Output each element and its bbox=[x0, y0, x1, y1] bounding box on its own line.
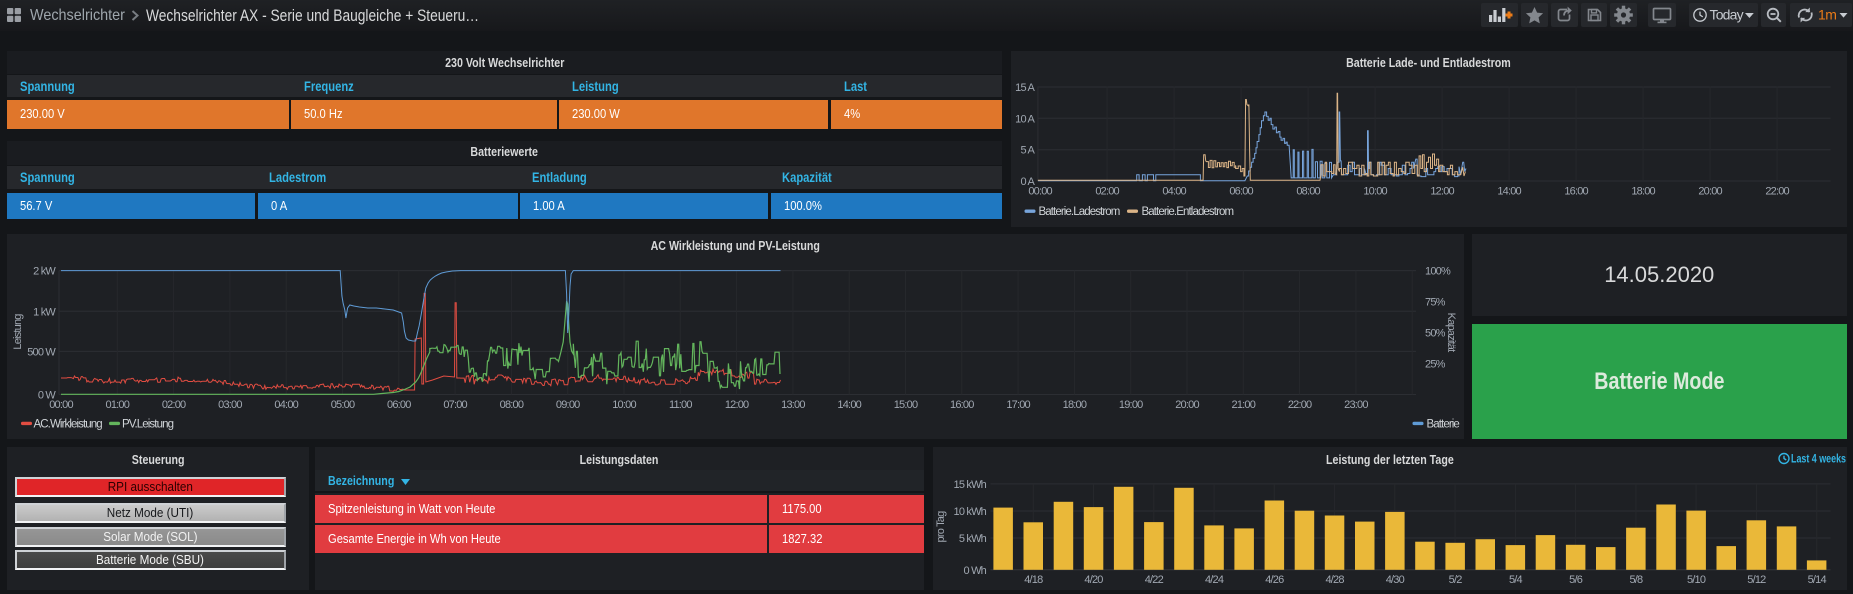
svg-text:22:00: 22:00 bbox=[1288, 399, 1312, 411]
svg-text:5/12: 5/12 bbox=[1747, 574, 1766, 586]
svg-text:Today: Today bbox=[1709, 7, 1743, 23]
svg-text:pro Tag: pro Tag bbox=[935, 510, 947, 542]
svg-text:75%: 75% bbox=[1425, 297, 1446, 309]
svg-text:PV.Leistung: PV.Leistung bbox=[122, 419, 174, 431]
svg-text:17:00: 17:00 bbox=[1006, 399, 1030, 411]
svg-text:22:00: 22:00 bbox=[1765, 186, 1789, 198]
svg-text:10 kWh: 10 kWh bbox=[953, 506, 986, 518]
svg-text:AC.Wirkleistung: AC.Wirkleistung bbox=[34, 419, 103, 431]
svg-text:Leistung: Leistung bbox=[12, 314, 24, 350]
svg-text:13:00: 13:00 bbox=[781, 399, 805, 411]
svg-text:Batterie.Ladestrom: Batterie.Ladestrom bbox=[1038, 206, 1119, 218]
svg-text:10:00: 10:00 bbox=[1363, 186, 1387, 198]
svg-text:10 A: 10 A bbox=[1015, 113, 1035, 125]
svg-text:5/14: 5/14 bbox=[1807, 574, 1826, 586]
svg-text:1 kW: 1 kW bbox=[33, 306, 56, 318]
svg-text:11:00: 11:00 bbox=[669, 399, 692, 411]
svg-text:5/2: 5/2 bbox=[1448, 574, 1462, 586]
svg-text:18:00: 18:00 bbox=[1631, 186, 1655, 198]
svg-text:06:00: 06:00 bbox=[387, 399, 411, 411]
svg-text:2 kW: 2 kW bbox=[33, 266, 56, 278]
svg-text:07:00: 07:00 bbox=[443, 399, 467, 411]
svg-text:04:00: 04:00 bbox=[274, 399, 298, 411]
svg-text:50%: 50% bbox=[1425, 328, 1446, 340]
svg-text:5/4: 5/4 bbox=[1508, 574, 1522, 586]
svg-text:Batterie: Batterie bbox=[1427, 419, 1460, 431]
svg-text:1m: 1m bbox=[1818, 7, 1836, 23]
svg-text:100%: 100% bbox=[1425, 266, 1451, 278]
svg-text:15 kWh: 15 kWh bbox=[953, 478, 986, 490]
svg-text:5/8: 5/8 bbox=[1629, 574, 1643, 586]
svg-text:10:00: 10:00 bbox=[612, 399, 636, 411]
svg-text:08:00: 08:00 bbox=[500, 399, 524, 411]
svg-text:5 kWh: 5 kWh bbox=[958, 533, 986, 545]
svg-text:19:00: 19:00 bbox=[1119, 399, 1143, 411]
svg-text:20:00: 20:00 bbox=[1175, 399, 1199, 411]
svg-text:5/10: 5/10 bbox=[1686, 574, 1705, 586]
svg-text:4/24: 4/24 bbox=[1204, 574, 1223, 586]
svg-text:08:00: 08:00 bbox=[1296, 186, 1320, 198]
svg-text:5 A: 5 A bbox=[1020, 145, 1035, 157]
svg-text:02:00: 02:00 bbox=[1095, 186, 1119, 198]
svg-text:4/28: 4/28 bbox=[1325, 574, 1344, 586]
svg-text:4/20: 4/20 bbox=[1084, 574, 1103, 586]
svg-text:25%: 25% bbox=[1425, 359, 1446, 371]
svg-text:01:00: 01:00 bbox=[106, 399, 130, 411]
svg-text:0 Wh: 0 Wh bbox=[963, 564, 986, 576]
svg-text:00:00: 00:00 bbox=[49, 399, 73, 411]
svg-text:03:00: 03:00 bbox=[218, 399, 242, 411]
svg-text:16:00: 16:00 bbox=[1564, 186, 1588, 198]
svg-text:23:00: 23:00 bbox=[1344, 399, 1368, 411]
svg-text:4/18: 4/18 bbox=[1024, 574, 1043, 586]
svg-text:21:00: 21:00 bbox=[1232, 399, 1256, 411]
svg-text:500 W: 500 W bbox=[27, 346, 56, 358]
svg-text:15:00: 15:00 bbox=[894, 399, 918, 411]
svg-text:15 A: 15 A bbox=[1015, 82, 1035, 94]
svg-text:18:00: 18:00 bbox=[1063, 399, 1087, 411]
svg-text:14:00: 14:00 bbox=[1497, 186, 1521, 198]
svg-text:5/6: 5/6 bbox=[1569, 574, 1583, 586]
svg-text:Kapazität: Kapazität bbox=[1445, 313, 1457, 352]
svg-text:05:00: 05:00 bbox=[331, 399, 355, 411]
svg-text:Last 4 weeks: Last 4 weeks bbox=[1791, 451, 1846, 465]
svg-text:4/22: 4/22 bbox=[1144, 574, 1163, 586]
svg-text:00:00: 00:00 bbox=[1028, 186, 1052, 198]
svg-text:02:00: 02:00 bbox=[162, 399, 186, 411]
svg-text:09:00: 09:00 bbox=[556, 399, 580, 411]
svg-text:4/26: 4/26 bbox=[1265, 574, 1284, 586]
svg-text:20:00: 20:00 bbox=[1698, 186, 1722, 198]
svg-text:06:00: 06:00 bbox=[1229, 186, 1253, 198]
svg-text:4/30: 4/30 bbox=[1385, 574, 1404, 586]
svg-text:12:00: 12:00 bbox=[1430, 186, 1454, 198]
svg-text:16:00: 16:00 bbox=[950, 399, 974, 411]
svg-text:04:00: 04:00 bbox=[1162, 186, 1186, 198]
svg-text:Batterie.Entladestrom: Batterie.Entladestrom bbox=[1141, 206, 1233, 218]
svg-text:12:00: 12:00 bbox=[725, 399, 749, 411]
svg-text:14:00: 14:00 bbox=[837, 399, 861, 411]
